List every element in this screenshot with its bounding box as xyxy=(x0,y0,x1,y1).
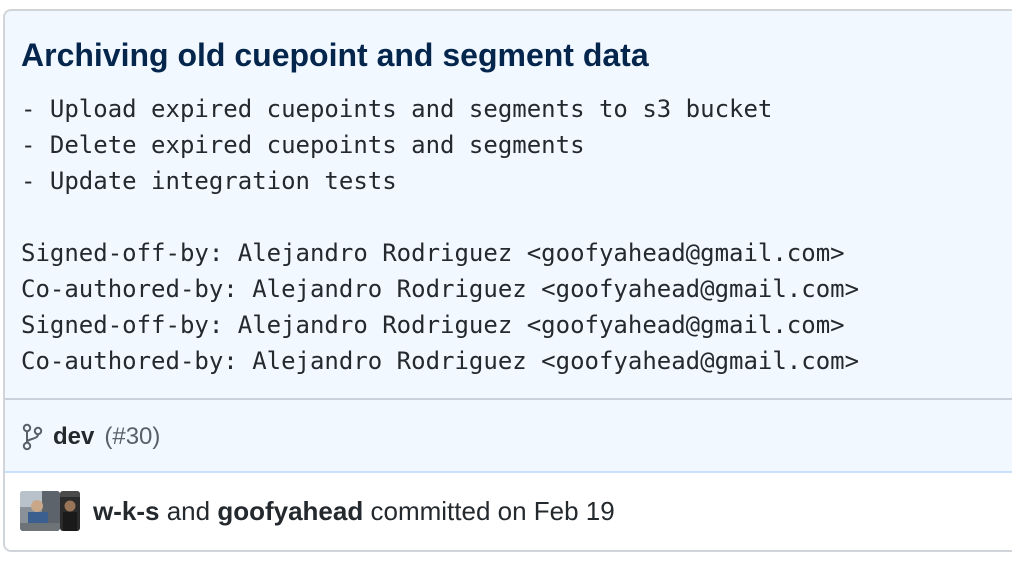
commit-details: Archiving old cuepoint and segment data … xyxy=(3,9,1012,552)
and-text: and xyxy=(166,496,211,526)
git-branch-icon xyxy=(21,423,43,451)
avatar-goofyahead[interactable] xyxy=(60,491,80,531)
branch-row: dev (#30) xyxy=(21,419,160,455)
avatar-stack xyxy=(20,491,80,531)
commit-description: - Upload expired cuepoints and segments … xyxy=(21,95,860,375)
divider xyxy=(5,398,1012,400)
commit-meta: w-k-s and goofyahead committed on Feb 19 xyxy=(93,493,615,529)
author-link-w-k-s[interactable]: w-k-s xyxy=(93,496,159,526)
author-link-goofyahead[interactable]: goofyahead xyxy=(217,496,363,526)
pull-request-link[interactable]: (#30) xyxy=(104,423,160,451)
commit-footer: w-k-s and goofyahead committed on Feb 19 xyxy=(5,471,1012,550)
commit-title: Archiving old cuepoint and segment data xyxy=(21,37,649,73)
branch-link[interactable]: dev xyxy=(53,423,94,451)
avatar-w-k-s[interactable] xyxy=(20,491,60,531)
committed-date: committed on Feb 19 xyxy=(370,496,615,526)
